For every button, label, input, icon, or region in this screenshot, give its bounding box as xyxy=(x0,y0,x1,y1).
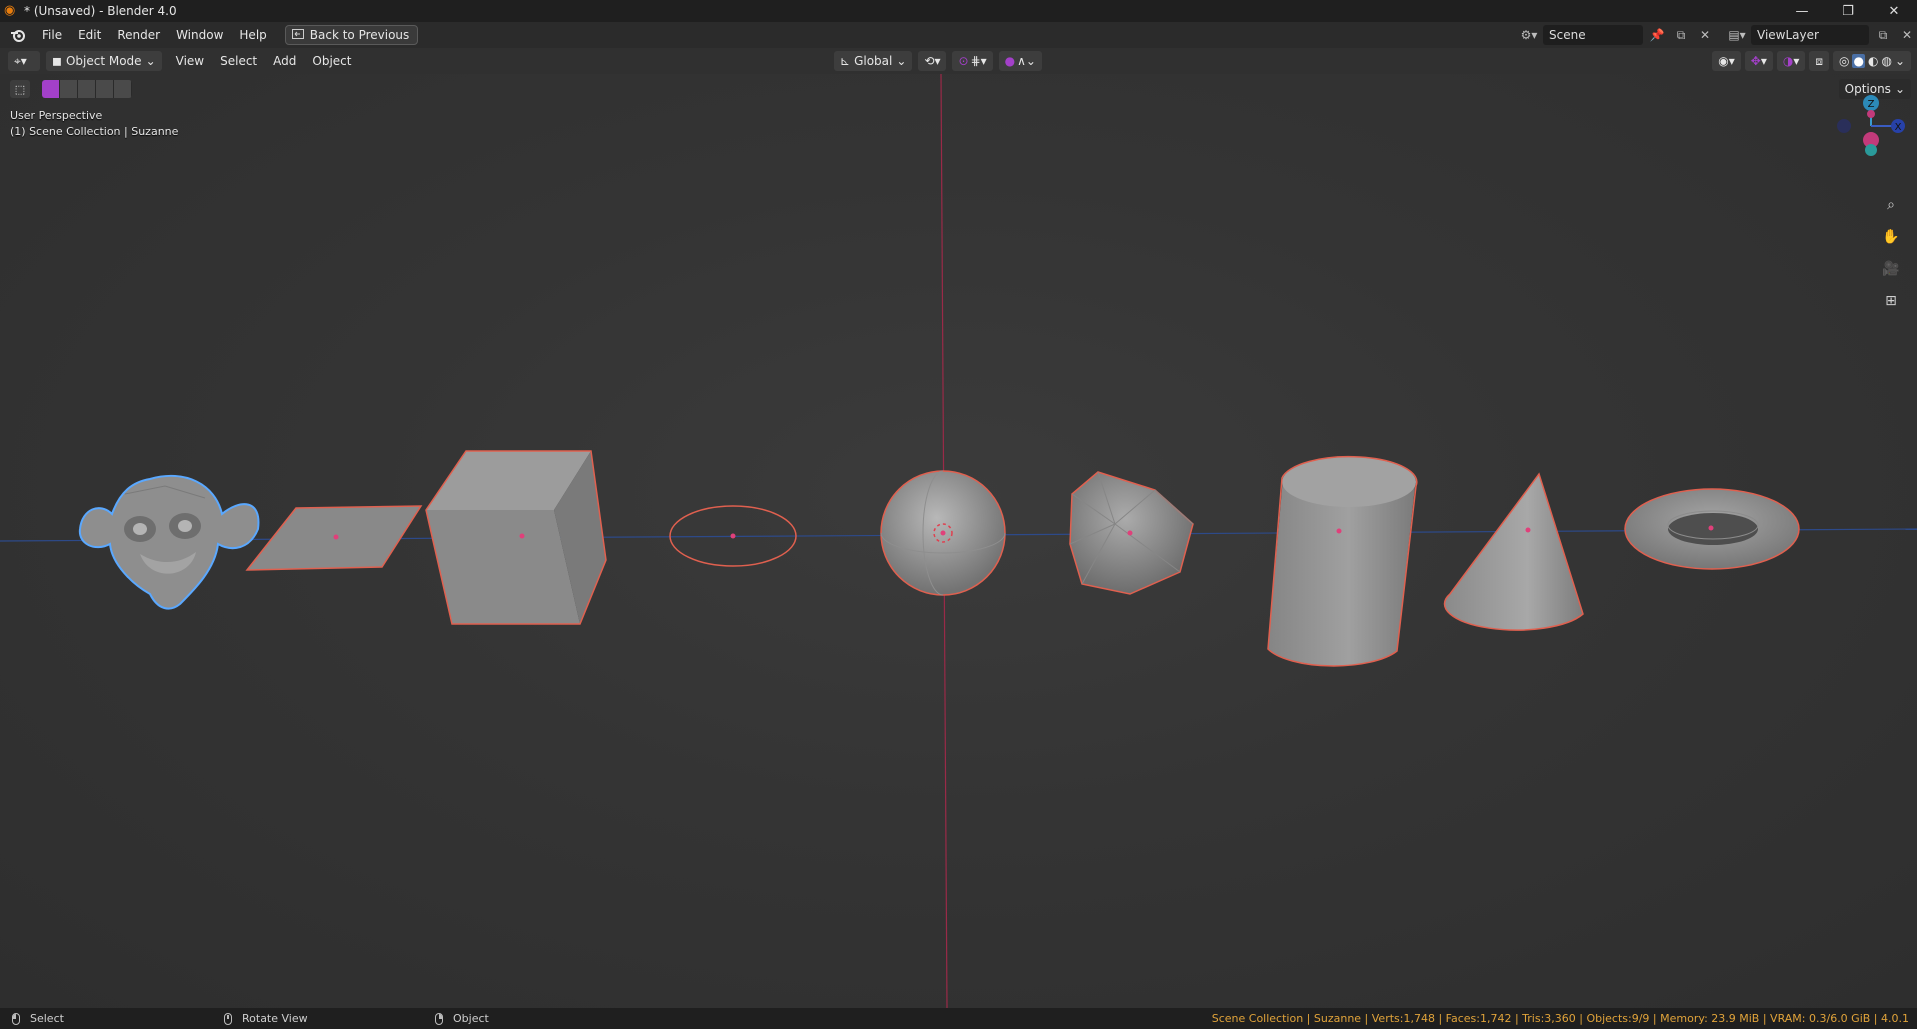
menu-object[interactable]: Object xyxy=(304,54,359,68)
object-icosphere[interactable] xyxy=(1069,471,1194,595)
status-select-hint: Select xyxy=(12,1012,64,1025)
gizmo-toggle[interactable]: ✥ ▾ xyxy=(1744,51,1773,71)
top-menu-bar: File Edit Render Window Help Back to Pre… xyxy=(0,22,1917,48)
menu-window[interactable]: Window xyxy=(168,22,231,48)
rendered-shading-icon[interactable]: ◍ xyxy=(1881,54,1891,68)
blender-menu-icon[interactable] xyxy=(8,25,28,45)
back-to-previous-button[interactable]: Back to Previous xyxy=(284,25,419,45)
falloff-icon: ∧⌄ xyxy=(1017,54,1036,68)
editor-3d-icon: ⌖▾ xyxy=(14,53,27,68)
minimize-icon[interactable]: — xyxy=(1779,0,1825,22)
status-object-label: Object xyxy=(453,1012,489,1025)
new-viewlayer-icon[interactable]: ⧉ xyxy=(1873,25,1893,45)
menu-select[interactable]: Select xyxy=(212,54,265,68)
chevron-down-icon: ⌄ xyxy=(145,54,156,68)
proportional-icon: ● xyxy=(1004,54,1016,68)
new-scene-icon[interactable]: ⧉ xyxy=(1671,25,1691,45)
delete-viewlayer-icon[interactable]: ✕ xyxy=(1897,25,1917,45)
status-rotate-hint: Rotate View xyxy=(224,1012,308,1025)
xray-toggle[interactable]: ⧈ xyxy=(1809,51,1829,71)
delete-scene-icon[interactable]: ✕ xyxy=(1695,25,1715,45)
restore-icon[interactable]: ❐ xyxy=(1825,0,1871,22)
object-mode-label: Object Mode xyxy=(65,54,142,68)
window-title: * (Unsaved) - Blender 4.0 xyxy=(24,4,177,18)
mouse-middle-icon xyxy=(224,1012,232,1025)
title-bar: ◉ * (Unsaved) - Blender 4.0 — ❐ ✕ xyxy=(0,0,1917,22)
close-icon[interactable]: ✕ xyxy=(1871,0,1917,22)
pin-icon[interactable]: 📌 xyxy=(1647,25,1667,45)
viewlayer-browse-icon[interactable]: ▤▾ xyxy=(1727,25,1747,45)
mouse-left-icon xyxy=(12,1012,20,1025)
scene-statistics: Scene Collection | Suzanne | Verts:1,748… xyxy=(1211,1012,1909,1025)
overlays-toggle[interactable]: ◑ ▾ xyxy=(1776,51,1806,71)
status-select-label: Select xyxy=(30,1012,64,1025)
xray-icon: ⧈ xyxy=(1815,53,1823,68)
wireframe-shading-icon[interactable]: ◎ xyxy=(1839,54,1849,68)
orientation-axes-icon: ⊾ xyxy=(840,54,851,68)
back-to-previous-label: Back to Previous xyxy=(309,28,410,42)
status-object-hint: Object xyxy=(435,1012,489,1025)
visibility-dropdown[interactable]: ◉▾ xyxy=(1712,51,1741,71)
chevron-down-icon: ⌄ xyxy=(1894,54,1905,68)
transform-controls: ⊾ Global ⌄ ⟲▾ ⊙ ⋕▾ ● ∧⌄ xyxy=(834,51,1042,71)
object-uv-sphere[interactable] xyxy=(880,470,1006,596)
object-cylinder[interactable] xyxy=(1267,455,1418,667)
overlays-icon: ◑ xyxy=(1782,54,1794,68)
object-plane[interactable] xyxy=(245,505,423,571)
material-shading-icon[interactable]: ◐ xyxy=(1868,54,1878,68)
menu-view[interactable]: View xyxy=(168,54,212,68)
object-mode-icon: ◼ xyxy=(52,54,62,68)
gizmo-icon: ✥ xyxy=(1750,54,1761,68)
status-bar: Select Rotate View Object Scene Collecti… xyxy=(0,1008,1917,1029)
window-controls: — ❐ ✕ xyxy=(1779,0,1917,22)
object-mode-dropdown[interactable]: ◼ Object Mode ⌄ xyxy=(46,51,162,71)
viewport-header: ⌖▾ ◼ Object Mode ⌄ View Select Add Objec… xyxy=(0,48,1917,74)
scene-name-field[interactable]: Scene xyxy=(1543,25,1643,45)
shading-mode-group[interactable]: ◎ ● ◐ ◍ ⌄ xyxy=(1833,51,1911,71)
3d-viewport[interactable]: ⬚ User Perspective (1) Scene Collection … xyxy=(0,74,1917,1008)
transform-orientation-dropdown[interactable]: ⊾ Global ⌄ xyxy=(834,51,913,71)
orientation-label: Global xyxy=(854,54,893,68)
viewport-shading-controls: ◉▾ ✥ ▾ ◑ ▾ ⧈ ◎ ● ◐ ◍ ⌄ xyxy=(1712,51,1911,71)
screen-back-icon xyxy=(291,28,304,42)
blender-logo-icon: ◉ xyxy=(4,3,16,18)
object-cube[interactable] xyxy=(425,450,607,625)
solid-shading-icon[interactable]: ● xyxy=(1852,54,1865,68)
menu-help[interactable]: Help xyxy=(231,22,274,48)
snap-magnet-icon: ⊙ xyxy=(958,54,969,68)
proportional-edit-toggle[interactable]: ● ∧⌄ xyxy=(998,51,1042,71)
snap-toggle[interactable]: ⊙ ⋕▾ xyxy=(952,51,993,71)
snap-target-icon: ⋕▾ xyxy=(970,54,987,68)
chevron-down-icon: ⌄ xyxy=(896,54,907,68)
menu-file[interactable]: File xyxy=(34,22,70,48)
pivot-icon: ⟲▾ xyxy=(924,54,941,68)
eye-icon: ◉▾ xyxy=(1718,54,1735,68)
menu-render[interactable]: Render xyxy=(109,22,168,48)
object-cone[interactable] xyxy=(1443,472,1584,631)
scene-browse-icon[interactable]: ⚙▾ xyxy=(1519,25,1539,45)
viewlayer-name-field[interactable]: ViewLayer xyxy=(1751,25,1869,45)
scene-viewlayer-group: ⚙▾ Scene 📌 ⧉ ✕ ▤▾ ViewLayer ⧉ ✕ xyxy=(1519,25,1917,45)
menu-add[interactable]: Add xyxy=(265,54,304,68)
object-torus[interactable] xyxy=(1624,488,1800,570)
object-suzanne[interactable] xyxy=(78,474,260,610)
status-rotate-label: Rotate View xyxy=(242,1012,308,1025)
menu-edit[interactable]: Edit xyxy=(70,22,109,48)
scene-canvas xyxy=(0,74,1917,1008)
editor-type-button[interactable]: ⌖▾ xyxy=(8,51,40,71)
pivot-point-dropdown[interactable]: ⟲▾ xyxy=(918,51,947,71)
mouse-right-icon xyxy=(435,1012,443,1025)
